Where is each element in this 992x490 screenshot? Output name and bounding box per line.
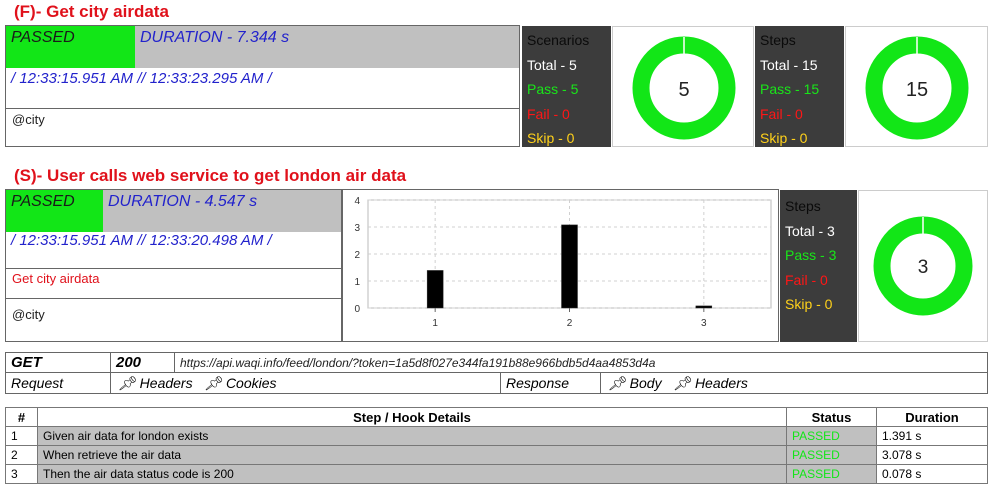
steps-pass: Pass - 3 — [785, 247, 837, 263]
scenario-times: / 12:33:15.951 AM // 12:33:20.498 AM / — [11, 232, 272, 249]
resp-headers-label: Headers — [694, 375, 748, 391]
request-table: GET 200 https://api.waqi.info/feed/londo… — [5, 352, 988, 394]
col-duration: Duration — [876, 407, 988, 427]
table-row: 3 Then the air data status code is 200 P… — [5, 464, 988, 484]
feature-link[interactable]: Get city airdata — [12, 271, 99, 286]
col-details: Step / Hook Details — [37, 407, 787, 427]
req-headers-label: Headers — [139, 375, 193, 391]
y-tick-label: 3 — [354, 223, 360, 234]
scenarios-fail: Fail - 0 — [527, 105, 570, 122]
step-duration: 0.078 s — [876, 464, 988, 484]
step-num: 1 — [5, 426, 38, 446]
y-tick-label: 1 — [354, 277, 360, 288]
pushpin-icon: 📌︎ — [118, 375, 136, 391]
feature-scenarios-panel: Scenarios Total - 5 Pass - 5 Fail - 0 Sk… — [522, 26, 611, 147]
col-status: Status — [786, 407, 877, 427]
req-headers-link[interactable]: 📌︎ Headers — [118, 375, 193, 391]
scenario-steps-panel: Steps Total - 3 Pass - 3 Fail - 0 Skip -… — [780, 190, 857, 342]
scenario-status: PASSED — [6, 190, 103, 232]
scenario-tag: @city — [12, 307, 45, 322]
request-tabs: 📌︎ Headers 📌︎ Cookies — [111, 373, 501, 393]
x-tick-label: 1 — [432, 318, 438, 329]
y-tick-label: 4 — [354, 196, 360, 207]
bar — [561, 224, 578, 309]
donut-value: 5 — [678, 79, 689, 101]
steps-total: Total - 15 — [760, 56, 818, 73]
scenarios-header: Scenarios — [527, 32, 590, 48]
scenario-steps-donut: 3 — [858, 190, 988, 342]
response-tabs: 📌︎ Body 📌︎ Headers — [601, 373, 987, 393]
scenarios-pass: Pass - 5 — [527, 81, 579, 97]
step-table: # Step / Hook Details Status Duration 1 … — [5, 407, 988, 484]
feature-steps-donut: 15 — [845, 26, 988, 147]
pushpin-icon: 📌︎ — [608, 375, 626, 391]
x-tick-label: 2 — [567, 318, 573, 329]
resp-body-label: Body — [629, 375, 662, 391]
feature-status: PASSED — [6, 26, 135, 68]
status-code: 200 — [111, 353, 175, 373]
response-label: Response — [501, 373, 601, 393]
step-detail: Then the air data status code is 200 — [37, 464, 787, 484]
col-num: # — [5, 407, 38, 427]
step-num: 3 — [5, 464, 38, 484]
step-duration: 1.391 s — [876, 426, 988, 446]
feature-times: / 12:33:15.951 AM // 12:33:23.295 AM / — [11, 70, 272, 87]
pushpin-icon: 📌︎ — [204, 375, 223, 391]
scenarios-skip: Skip - 0 — [527, 130, 575, 146]
req-cookies-link[interactable]: 📌︎ Cookies — [204, 375, 276, 391]
steps-fail: Fail - 0 — [760, 105, 803, 122]
step-status: PASSED — [786, 464, 877, 484]
steps-header: Steps — [760, 32, 796, 48]
feature-summary: PASSED DURATION - 7.344 s / 12:33:15.951… — [5, 25, 520, 147]
table-row: 2 When retrieve the air data PASSED 3.07… — [5, 445, 988, 465]
step-duration-chart: 0 1 2 3 4 1 2 3 — [342, 189, 779, 342]
scenario-summary: PASSED DURATION - 4.547 s / 12:33:15.951… — [5, 189, 342, 342]
step-detail: Given air data for london exists — [37, 426, 787, 446]
steps-header: Steps — [785, 198, 821, 214]
pushpin-icon: 📌︎ — [673, 375, 692, 391]
step-status: PASSED — [786, 426, 877, 446]
x-tick-label: 3 — [701, 318, 707, 329]
feature-title: (F)- Get city airdata — [14, 2, 169, 21]
steps-total: Total - 3 — [785, 222, 835, 239]
feature-steps-panel: Steps Total - 15 Pass - 15 Fail - 0 Skip… — [755, 26, 844, 147]
divider — [6, 298, 341, 299]
step-duration: 3.078 s — [876, 445, 988, 465]
step-table-header: # Step / Hook Details Status Duration — [5, 407, 988, 427]
scenario-duration: DURATION - 4.547 s — [103, 190, 341, 232]
y-tick-label: 2 — [354, 250, 360, 261]
http-method: GET — [6, 353, 111, 373]
request-label: Request — [6, 373, 111, 393]
scenario-title: (S)- User calls web service to get londo… — [14, 166, 407, 185]
divider — [6, 268, 341, 269]
resp-body-link[interactable]: 📌︎ Body — [608, 375, 662, 391]
divider — [6, 108, 519, 109]
feature-tag: @city — [12, 112, 45, 127]
bar — [695, 305, 713, 309]
table-row: 1 Given air data for london exists PASSE… — [5, 426, 988, 446]
donut-value: 3 — [918, 257, 929, 278]
feature-duration: DURATION - 7.344 s — [135, 26, 519, 68]
step-num: 2 — [5, 445, 38, 465]
scenarios-total: Total - 5 — [527, 56, 577, 73]
step-status: PASSED — [786, 445, 877, 465]
request-url: https://api.waqi.info/feed/london/?token… — [175, 353, 987, 373]
req-cookies-label: Cookies — [225, 375, 277, 391]
feature-scenarios-donut: 5 — [612, 26, 754, 147]
bar-chart-svg: 0 1 2 3 4 1 2 3 — [354, 196, 772, 329]
steps-skip: Skip - 0 — [785, 296, 833, 312]
y-tick-label: 0 — [354, 304, 360, 315]
steps-pass: Pass - 15 — [760, 81, 820, 97]
step-detail: When retrieve the air data — [37, 445, 787, 465]
resp-headers-link[interactable]: 📌︎ Headers — [673, 375, 748, 391]
steps-fail: Fail - 0 — [785, 271, 828, 288]
donut-value: 15 — [906, 79, 928, 101]
bar — [426, 270, 444, 309]
steps-skip: Skip - 0 — [760, 130, 808, 146]
